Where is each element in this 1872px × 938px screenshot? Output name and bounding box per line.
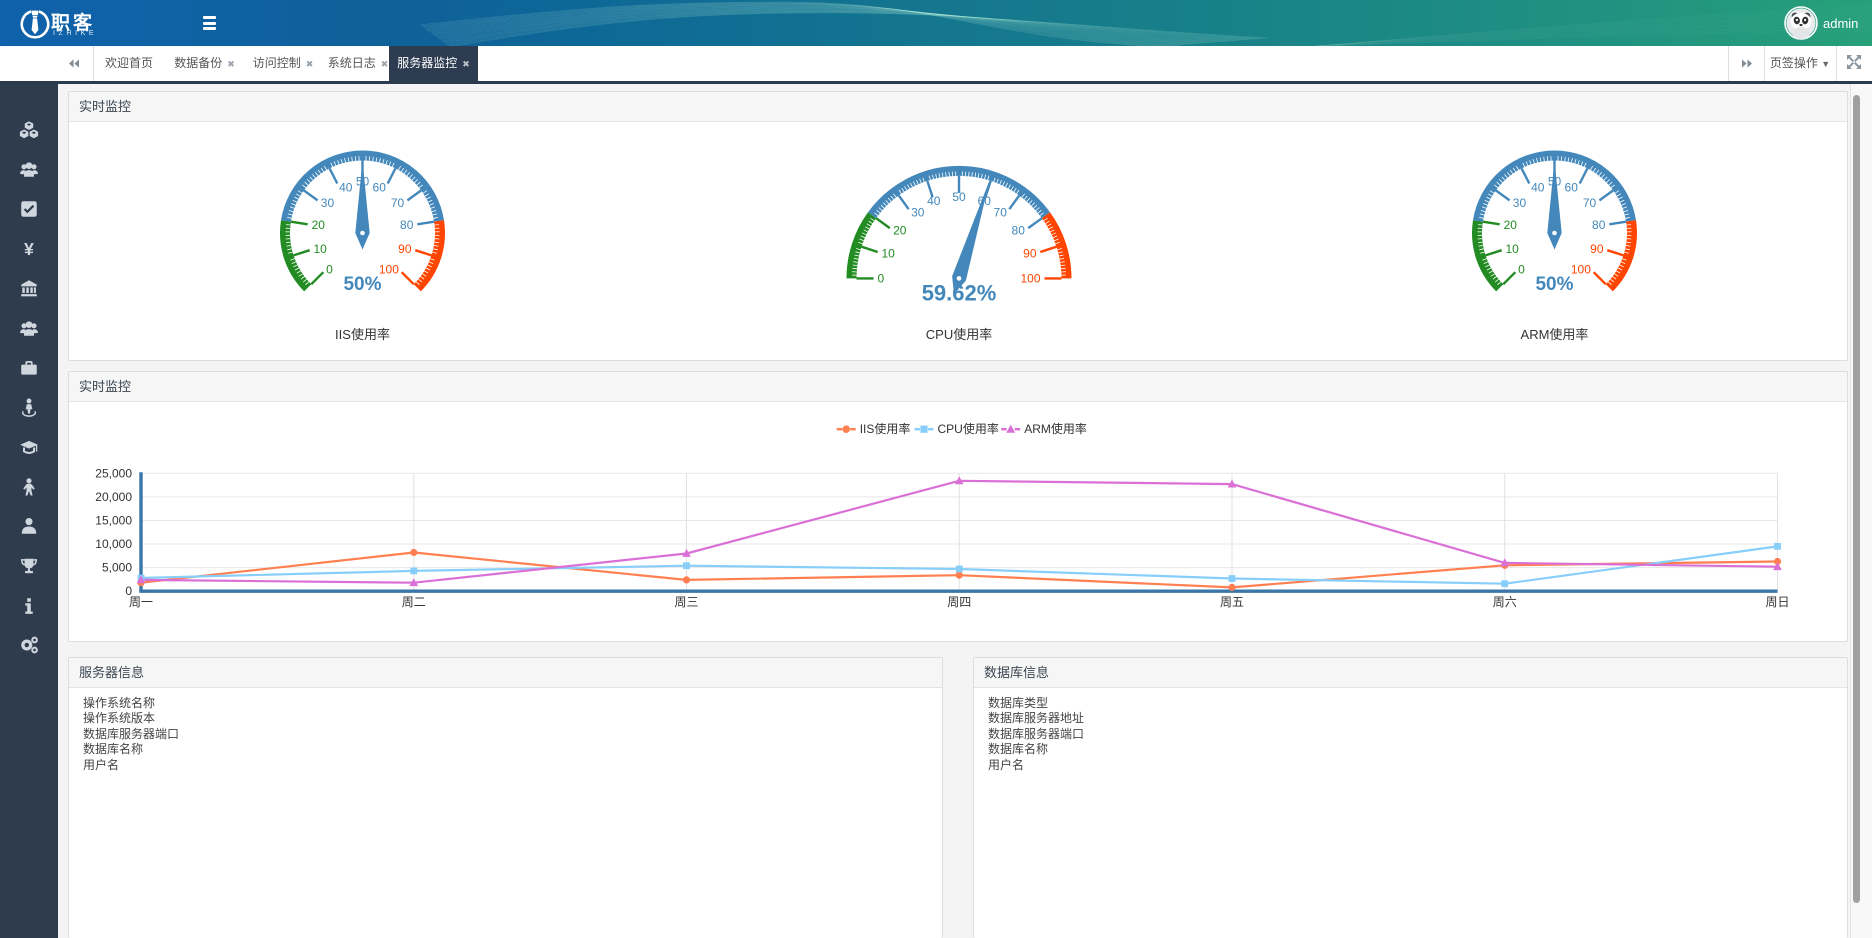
svg-text:100: 100 (1020, 272, 1040, 286)
svg-text:50%: 50% (1535, 274, 1573, 295)
svg-text:CPU使用率: CPU使用率 (926, 327, 992, 342)
svg-text:80: 80 (1592, 218, 1606, 232)
svg-text:0: 0 (1518, 263, 1525, 277)
svg-text:60: 60 (373, 180, 387, 194)
svg-text:10: 10 (882, 246, 896, 260)
svg-text:80: 80 (1012, 224, 1026, 238)
svg-text:5,000: 5,000 (102, 561, 132, 575)
svg-text:15,000: 15,000 (95, 514, 132, 528)
svg-text:70: 70 (1583, 196, 1597, 210)
svg-text:周四: 周四 (947, 595, 971, 609)
svg-text:周六: 周六 (1493, 595, 1517, 609)
svg-text:CPU使用率: CPU使用率 (938, 421, 999, 436)
svg-text:60: 60 (1565, 180, 1579, 194)
svg-text:周一: 周一 (129, 595, 153, 609)
svg-text:100: 100 (379, 263, 399, 277)
svg-text:10,000: 10,000 (95, 537, 132, 551)
svg-text:90: 90 (1590, 242, 1604, 256)
svg-text:100: 100 (1571, 263, 1591, 277)
svg-text:周二: 周二 (402, 595, 426, 609)
svg-text:80: 80 (400, 218, 414, 232)
svg-text:ARM使用率: ARM使用率 (1024, 421, 1087, 436)
svg-text:50: 50 (952, 190, 966, 204)
svg-text:30: 30 (1513, 196, 1527, 210)
svg-text:70: 70 (391, 196, 405, 210)
svg-text:¥: ¥ (24, 239, 34, 259)
svg-text:10: 10 (1506, 242, 1520, 256)
svg-text:周日: 周日 (1765, 595, 1789, 609)
svg-text:20: 20 (312, 218, 326, 232)
svg-text:90: 90 (398, 242, 412, 256)
svg-text:50%: 50% (343, 274, 381, 295)
svg-text:0: 0 (878, 272, 885, 286)
svg-text:59.62%: 59.62% (922, 280, 997, 305)
svg-text:40: 40 (927, 194, 941, 208)
svg-text:周五: 周五 (1220, 595, 1244, 609)
svg-text:20,000: 20,000 (95, 490, 132, 504)
svg-text:20: 20 (1504, 218, 1518, 232)
svg-text:25,000: 25,000 (95, 466, 132, 480)
svg-text:ARM使用率: ARM使用率 (1521, 327, 1589, 342)
svg-text:周三: 周三 (674, 595, 698, 609)
svg-text:30: 30 (911, 206, 925, 220)
svg-text:IIS使用率: IIS使用率 (335, 327, 390, 342)
svg-text:40: 40 (339, 180, 353, 194)
svg-text:70: 70 (994, 206, 1008, 220)
svg-text:90: 90 (1023, 246, 1037, 260)
svg-text:40: 40 (1531, 180, 1545, 194)
svg-text:10: 10 (314, 242, 328, 256)
svg-text:20: 20 (893, 224, 907, 238)
svg-text:30: 30 (321, 196, 335, 210)
svg-text:0: 0 (326, 263, 333, 277)
svg-text:IIS使用率: IIS使用率 (860, 421, 911, 436)
